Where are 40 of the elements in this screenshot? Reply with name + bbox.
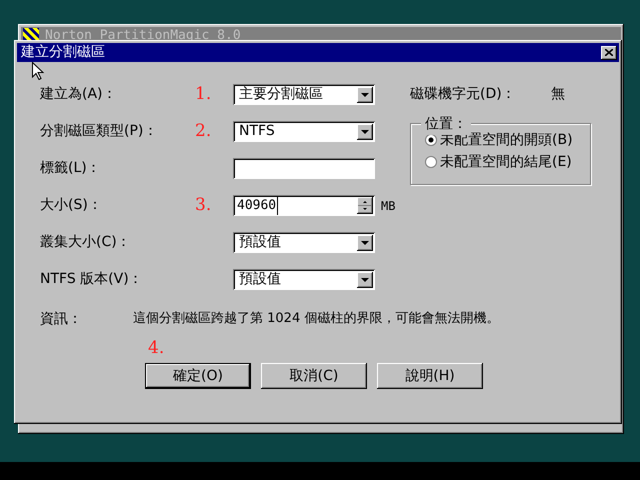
close-button[interactable] [601,46,617,60]
close-icon [605,49,613,56]
field-label: 標籤(L)： [40,159,102,178]
caret-icon [361,278,369,282]
caret-icon [361,130,369,134]
drive-letter-value: 無 [551,85,565,104]
dropdown[interactable]: 預設值 [233,232,375,253]
dropdown-button[interactable] [357,86,373,102]
dropdown[interactable]: 預設值 [233,269,375,290]
dropdown-button[interactable] [357,272,373,288]
field-label: 磁碟機字元(D)： [410,85,517,104]
group-title: 位置： [421,114,471,135]
dropdown-button[interactable] [357,124,373,140]
pointer-icon [32,62,45,80]
info-text: 這個分割磁區跨越了第 1024 個磁柱的界限，可能會無法開機。 [133,310,500,328]
dialog-button[interactable]: 說明(H) [377,363,483,389]
window-title: Norton PartitionMagic 8.0 [45,27,241,44]
field-label: 大小(S)： [40,196,103,215]
dropdown[interactable]: NTFS [233,121,375,142]
dialog-button[interactable]: 確定(O) [145,363,251,389]
step-number: 2. [195,120,212,143]
dialog-title: 建立分割磁區 [21,43,105,62]
step-number: 4. [148,338,164,358]
step-number: 3. [195,194,212,217]
spin-field[interactable]: 40960 [233,195,375,216]
dialog-button[interactable]: 取消(C) [261,363,367,389]
field-label: 分割磁區類型(P)： [40,122,158,141]
radio-option[interactable]: 未配置空間的結尾(E) [425,152,590,172]
spin-buttons[interactable] [357,197,373,214]
dropdown[interactable]: 主要分割磁區 [233,84,375,105]
dropdown-button[interactable] [357,234,373,250]
unit-label: MB [381,198,396,214]
caret-icon [361,92,369,96]
input-field[interactable] [233,158,375,179]
field-label: 叢集大小(C)： [40,233,132,252]
caret-icon [361,240,369,244]
field-label: NTFS 版本(V)： [40,270,144,289]
info-label: 資訊： [40,310,83,328]
field-label: 建立為(A)： [40,85,118,104]
step-number: 1. [195,82,212,106]
